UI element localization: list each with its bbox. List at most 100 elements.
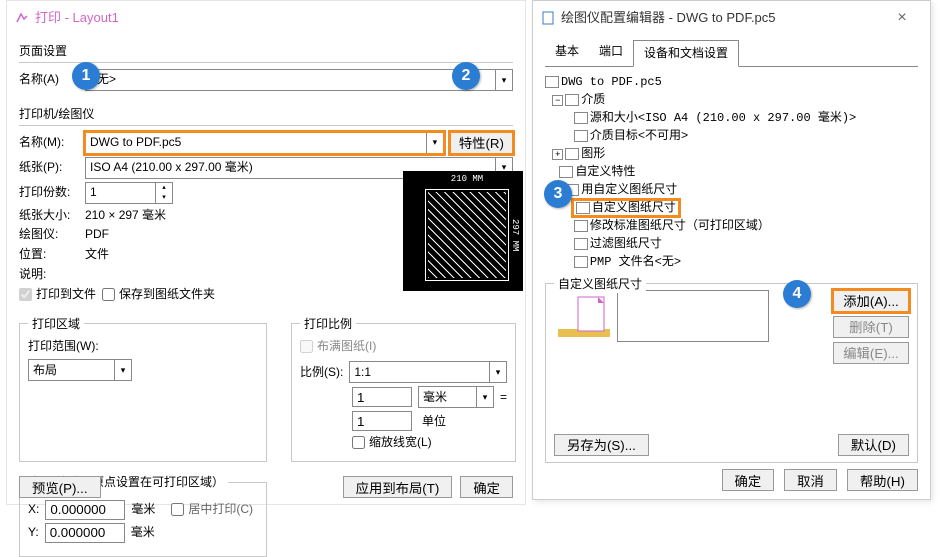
spinner-buttons[interactable]: ▴▾ [155,183,172,203]
paper-list-box[interactable] [617,290,769,342]
chevron-down-icon: ▾ [495,70,512,90]
add-button[interactable]: 添加(A)... [833,290,909,312]
document-icon [541,11,555,25]
paper-preview: 210 MM 297 MM [403,171,523,291]
plotter-config-editor: 绘图仪配置编辑器 - DWG to PDF.pc5 × 基本 端口 设备和文档设… [532,0,931,500]
callout-badge-2: 2 [452,62,480,90]
printer-name-combo[interactable]: DWG to PDF.pc5▾ [85,132,444,154]
scale-val2-input[interactable] [352,411,412,431]
desc-label: 说明: [19,266,79,283]
y-offset-input[interactable] [45,523,125,543]
ok-button[interactable]: 确定 [460,476,513,498]
fit-to-paper-checkbox[interactable]: 布满图纸(I) [300,338,507,355]
folder-icon [565,148,579,160]
where-value: 文件 [85,246,109,263]
scale-unit1-combo[interactable]: 毫米▾ [418,386,494,408]
tree-item-root[interactable]: DWG to PDF.pc5 [545,73,918,91]
paper-label: 纸张(P): [19,159,79,176]
paper-size-value: 210 × 297 毫米 [85,207,166,224]
save-as-button[interactable]: 另存为(S)... [554,434,649,456]
page-setup-label: 页面设置 [19,43,513,60]
properties-button[interactable]: 特性(R) [450,132,513,154]
edit-button[interactable]: 编辑(E)... [833,342,909,364]
tree-item-user-paper[interactable]: −用自定义图纸尺寸 [545,181,918,199]
window-title: 绘图仪配置编辑器 - DWG to PDF.pc5 [561,9,776,27]
window-title-bar: 绘图仪配置编辑器 - DWG to PDF.pc5 × [533,1,930,35]
window-title-bar: 打印 - Layout1 [7,1,525,35]
apply-to-layout-button[interactable]: 应用到布局(T) [343,476,453,498]
app-icon [15,11,29,25]
y-label: Y: [28,524,39,541]
cancel-button[interactable]: 取消 [784,469,837,491]
print-area-group: 打印区域 打印范围(W): 布局▾ [19,316,267,462]
y-unit: 毫米 [131,524,155,541]
help-button[interactable]: 帮助(H) [847,469,918,491]
page-icon [574,112,588,124]
tab-device-doc[interactable]: 设备和文档设置 [633,40,739,67]
x-unit: 毫米 [131,501,155,518]
printer-name-label: 名称(M): [19,134,79,151]
tree-item-custom-props[interactable]: 自定义特性 [545,163,918,181]
save-folder-checkbox[interactable]: 保存到图纸文件夹 [102,286,215,303]
x-offset-input[interactable] [45,500,125,520]
delete-button[interactable]: 删除(T) [833,316,909,338]
tab-port[interactable]: 端口 [589,39,633,66]
tree-item-pmp[interactable]: PMP 文件名<无> [545,253,918,271]
callout-badge-1: 1 [72,62,100,90]
center-print-checkbox[interactable]: 居中打印(C) [171,501,253,518]
chevron-down-icon: ▾ [426,133,443,153]
chevron-down-icon: ▾ [489,362,506,382]
preview-width-label: 210 MM [425,173,509,186]
name-a-label: 名称(A) [19,71,79,88]
chevron-down-icon: ▾ [114,360,131,380]
settings-tree[interactable]: DWG to PDF.pc5 −介质 源和大小<ISO A4 (210.00 x… [533,67,930,277]
paper-thumbnail-icon [554,291,614,341]
print-range-label: 打印范围(W): [28,338,258,355]
page-icon [574,220,588,232]
paper-size-label: 纸张大小: [19,207,79,224]
tab-basic[interactable]: 基本 [545,39,589,66]
collapse-icon[interactable]: − [552,95,563,106]
print-scale-group: 打印比例 布满图纸(I) 比例(S): 1:1▾ 毫米▾ = 单位 缩放线宽(L… [291,316,516,462]
callout-badge-4: 4 [783,280,811,308]
scale-val1-input[interactable] [352,387,412,407]
callout-badge-3: 3 [544,180,572,208]
tree-item-media[interactable]: −介质 [545,91,918,109]
expand-icon[interactable]: + [552,149,563,160]
custom-paper-legend: 自定义图纸尺寸 [554,276,646,293]
copies-stepper[interactable]: 1▴▾ [85,182,173,204]
tree-item-source-size[interactable]: 源和大小<ISO A4 (210.00 x 297.00 毫米)> [545,109,918,127]
default-button[interactable]: 默认(D) [838,434,909,456]
scale-unit2-label: 单位 [422,413,446,430]
preview-button[interactable]: 预览(P)... [19,476,101,498]
scale-lineweight-checkbox[interactable]: 缩放线宽(L) [352,434,507,451]
close-icon[interactable]: × [882,7,922,29]
plotter-label: 绘图仪: [19,226,79,243]
copies-label: 打印份数: [19,184,79,201]
tree-item-media-target[interactable]: 介质目标<不可用> [545,127,918,145]
ratio-combo[interactable]: 1:1▾ [349,361,507,383]
tree-item-modify-std[interactable]: 修改标准图纸尺寸（可打印区域） [545,217,918,235]
ratio-label: 比例(S): [300,364,343,381]
tree-item-custom-paper[interactable]: 自定义图纸尺寸 [545,199,918,217]
plotter-value: PDF [85,226,109,243]
equals-label: = [500,389,507,406]
custom-paper-group: 自定义图纸尺寸 添加(A)... 删除(T) 编辑(E)... 另存为(S)..… [545,283,918,463]
page-setup-name-combo[interactable]: <无>▾ [85,69,513,91]
page-icon [576,202,590,214]
print-scale-legend: 打印比例 [300,316,356,333]
preview-height-label: 297 MM [508,189,521,281]
tree-item-filter-paper[interactable]: 过滤图纸尺寸 [545,235,918,253]
window-title: 打印 - Layout1 [35,9,119,27]
chevron-down-icon: ▾ [476,387,493,407]
print-to-file-checkbox[interactable]: 打印到文件 [19,286,96,303]
x-label: X: [28,501,39,518]
page-icon [574,130,588,142]
plotter-icon [545,76,559,88]
folder-icon [565,94,579,106]
tree-item-graphics[interactable]: +图形 [545,145,918,163]
where-label: 位置: [19,246,79,263]
ok-button[interactable]: 确定 [722,469,775,491]
print-range-combo[interactable]: 布局▾ [28,359,132,381]
print-area-legend: 打印区域 [28,316,84,333]
